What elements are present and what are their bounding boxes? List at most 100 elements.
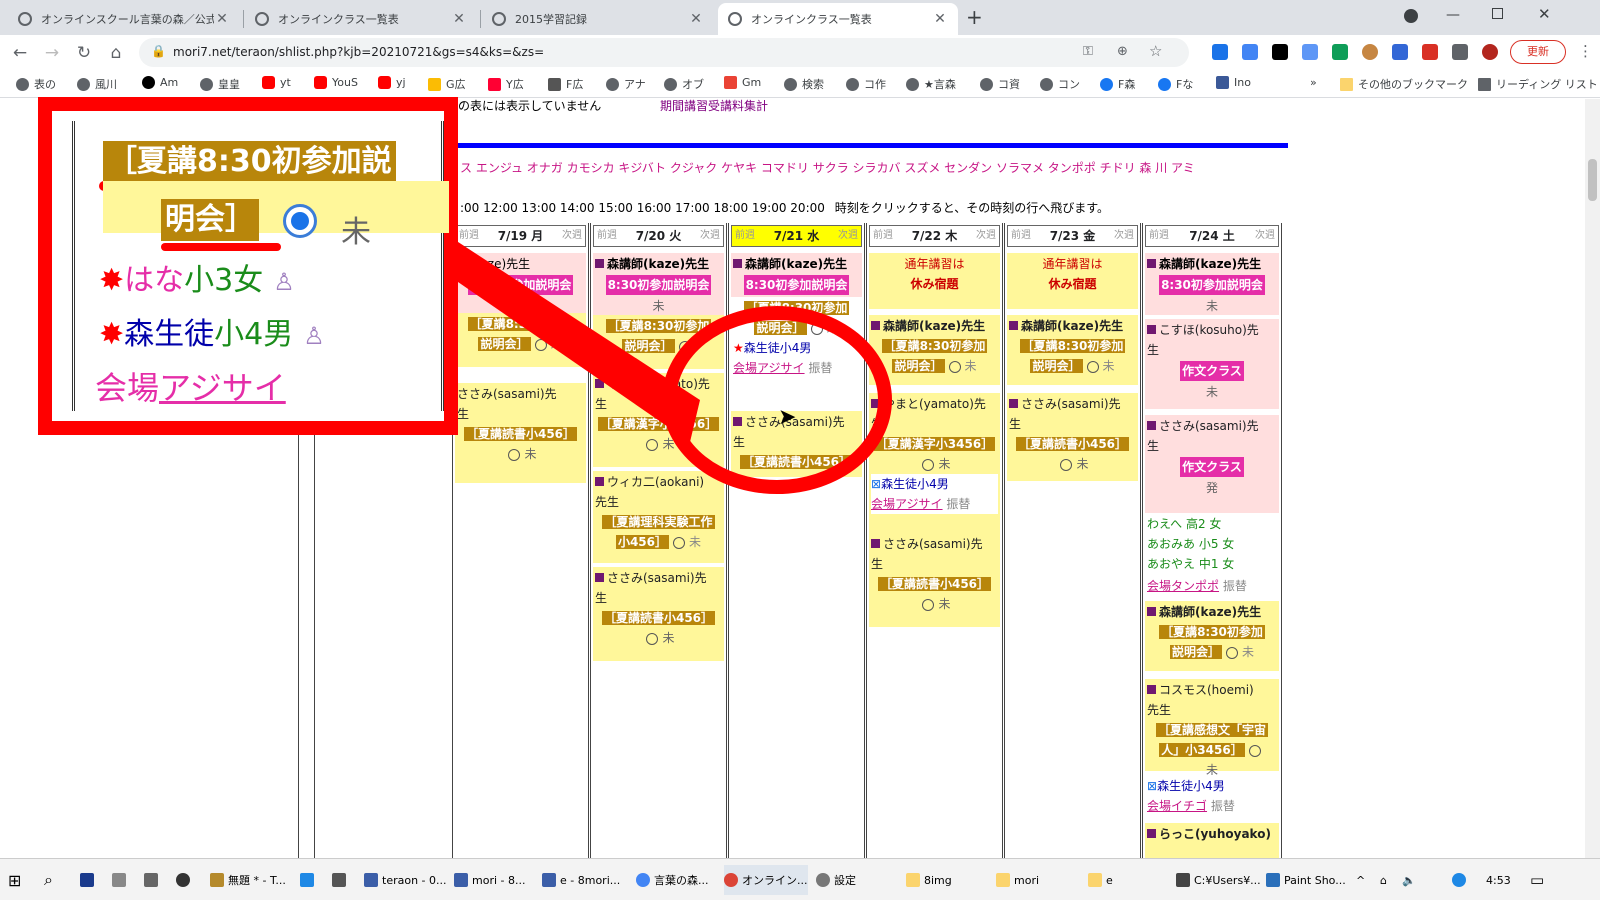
- radio-button[interactable]: [1060, 458, 1073, 471]
- prev-week-link[interactable]: 前週: [459, 226, 479, 246]
- class-title-cont[interactable]: 説明会］: [892, 359, 945, 373]
- bookmark[interactable]: G広: [428, 76, 466, 92]
- next-week-link[interactable]: 次週: [838, 226, 858, 246]
- class-title[interactable]: 8:30初参加説明会: [467, 275, 574, 295]
- bookmark[interactable]: 皇皇: [200, 76, 240, 92]
- zoom-student-1[interactable]: ✸はな小3女 ♙: [99, 255, 295, 299]
- tab-2[interactable]: 2015学習記録 ✕: [482, 3, 714, 35]
- scrollbar-thumb[interactable]: [1588, 159, 1597, 201]
- class-title-cont[interactable]: 人」小3456］: [1159, 743, 1245, 757]
- radio-button[interactable]: [508, 448, 521, 461]
- student-row[interactable]: あおみあ 小5 女: [1147, 534, 1277, 554]
- class-card[interactable]: コスモス(hoemi) 先生 ［夏講感想文「宇宙 人」小3456］ 未: [1145, 679, 1279, 777]
- class-title[interactable]: ［夏講感想文「宇宙: [1155, 723, 1268, 737]
- taskbar-item-active[interactable]: オンライン...: [724, 865, 808, 895]
- close-icon[interactable]: ✕: [451, 11, 467, 27]
- top-link[interactable]: 期間講習受講料集計: [660, 99, 768, 114]
- student-name[interactable]: 森生徒小4男: [1157, 779, 1225, 793]
- student-row[interactable]: あおやえ 中1 女: [1147, 554, 1277, 574]
- bookmark[interactable]: 表の: [16, 76, 56, 92]
- class-card[interactable]: ささみ(sasami)先生 ［夏講読書小456］ 未: [869, 533, 1000, 627]
- next-week-link[interactable]: 次週: [700, 226, 720, 246]
- radio-button[interactable]: [1086, 360, 1099, 373]
- network-icon[interactable]: ⌂: [1380, 865, 1387, 895]
- class-card[interactable]: 森講師(kaze)先生 8:30初参加説明会: [731, 253, 862, 297]
- app-icon[interactable]: [144, 865, 162, 895]
- bookmark[interactable]: 風川: [77, 76, 117, 92]
- app-icon[interactable]: [300, 865, 318, 895]
- tab-search-icon[interactable]: [1404, 9, 1418, 23]
- close-icon[interactable]: ✕: [932, 11, 948, 27]
- radio-button[interactable]: [948, 360, 961, 373]
- class-title[interactable]: ［夏講漢字小3456］: [873, 437, 996, 451]
- class-title-cont[interactable]: 説明会］: [478, 337, 531, 351]
- key-icon[interactable]: ⚿: [1083, 44, 1093, 59]
- class-card[interactable]: ささみ(sasami)先生 ［夏講読書小456］ 未: [593, 567, 724, 661]
- class-card[interactable]: 森講師(kaze)先生 8:30初参加説明会 未: [1145, 253, 1279, 315]
- close-icon[interactable]: ✕: [214, 11, 230, 27]
- class-title[interactable]: ［夏講読書小456］: [601, 611, 716, 625]
- class-title[interactable]: ［夏講読書小456］: [877, 577, 992, 591]
- search-icon[interactable]: ⌕: [44, 865, 53, 895]
- extension-icon[interactable]: [1212, 44, 1228, 60]
- app-icon[interactable]: [112, 865, 130, 895]
- swap-label[interactable]: 振替: [1211, 799, 1235, 813]
- class-title-cont[interactable]: 説明会］: [622, 339, 675, 353]
- reading-list[interactable]: リーディング リスト: [1478, 76, 1598, 92]
- next-week-link[interactable]: 次週: [976, 226, 996, 246]
- update-button[interactable]: 更新: [1510, 40, 1566, 64]
- bookmark[interactable]: YouS: [314, 76, 358, 89]
- taskbar-item[interactable]: mori: [996, 865, 1039, 895]
- forward-icon[interactable]: →: [40, 41, 64, 65]
- class-card[interactable]: ささみ(sasami)先生 ［夏講読書小456］ 未: [1007, 393, 1138, 481]
- zoom-icon[interactable]: ⊕: [1117, 44, 1128, 59]
- tab-0[interactable]: オンラインスクール言葉の森／公式ホ ✕: [8, 3, 240, 35]
- translate-icon[interactable]: [1242, 44, 1258, 60]
- app-icon[interactable]: [176, 865, 194, 895]
- prev-week-link[interactable]: 前週: [735, 226, 755, 246]
- radio-button[interactable]: [646, 438, 659, 451]
- bookmark[interactable]: Ino: [1216, 76, 1251, 89]
- class-title[interactable]: ［夏講8:30初参加: [605, 319, 712, 333]
- class-title[interactable]: ［夏講理科実験工作: [602, 515, 715, 529]
- taskbar-item[interactable]: e - 8mori...: [542, 865, 620, 895]
- new-icon[interactable]: [1302, 44, 1318, 60]
- zoom-student-2[interactable]: ✸森生徒小4男 ♙: [99, 309, 325, 353]
- cookie-icon[interactable]: [1362, 44, 1378, 60]
- zoom-class-title[interactable]: ［夏講8:30初参加説: [103, 141, 396, 183]
- swap-label[interactable]: 振替: [1223, 579, 1247, 593]
- bookmark[interactable]: Fな: [1158, 76, 1193, 92]
- class-title[interactable]: ［夏講8:30初参加: [467, 317, 574, 331]
- class-card[interactable]: らっこ(yuhoyako): [1145, 823, 1279, 858]
- bookmark[interactable]: コン: [1040, 76, 1080, 92]
- next-week-link[interactable]: 次週: [1255, 226, 1275, 246]
- taskbar-item[interactable]: teraon - 0...: [364, 865, 447, 895]
- class-card[interactable]: 森講師(kaze)先生 8:30初参加説明会 未: [593, 253, 724, 315]
- taskbar-item[interactable]: mori - 8...: [454, 865, 525, 895]
- class-names-row[interactable]: ス エンジュ オナガ カモシカ キジバト クジャク ケヤキ コマドリ サクラ シ…: [460, 159, 1195, 176]
- class-title[interactable]: 作文クラス: [1180, 457, 1244, 477]
- next-week-link[interactable]: 次週: [1114, 226, 1134, 246]
- radio-button[interactable]: [534, 338, 547, 351]
- radio-button[interactable]: [922, 598, 935, 611]
- notification-icon[interactable]: ▭: [1530, 865, 1544, 895]
- app-icon[interactable]: [80, 865, 98, 895]
- class-card[interactable]: ウィカ二(aokani) 先生 ［夏講理科実験工作 小456］ 未: [593, 471, 724, 563]
- new-tab-button[interactable]: +: [966, 5, 983, 29]
- app-icon[interactable]: [332, 865, 350, 895]
- class-title[interactable]: ［夏講8:30初参加: [1159, 625, 1265, 639]
- close-icon[interactable]: ✕: [688, 11, 704, 27]
- media-icon[interactable]: [1272, 44, 1288, 60]
- minimize-icon[interactable]: —: [1446, 7, 1460, 23]
- bookmark[interactable]: アナ: [606, 76, 646, 92]
- tab-3-active[interactable]: オンラインクラス一覧表 ✕: [718, 3, 958, 35]
- next-week-link[interactable]: 次週: [562, 226, 582, 246]
- close-window-icon[interactable]: ✕: [1538, 5, 1551, 23]
- radio-button[interactable]: [646, 632, 659, 645]
- bookmark[interactable]: yj: [378, 76, 406, 89]
- windows-start-icon[interactable]: ⊞: [8, 865, 21, 895]
- class-title-cont[interactable]: 説明会］: [1030, 359, 1083, 373]
- radio-button[interactable]: [922, 458, 935, 471]
- taskbar-item[interactable]: 無題 * - T...: [210, 865, 286, 895]
- bookmark[interactable]: コ資: [980, 76, 1020, 92]
